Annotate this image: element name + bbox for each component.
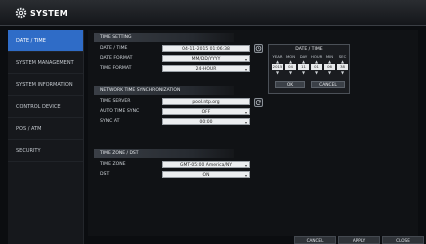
ok-button[interactable]: OK — [275, 81, 305, 88]
sidebar-item-system-management[interactable]: SYSTEM MANAGEMENT — [8, 52, 83, 74]
main-panel: TIME SETTING DATE / TIME 04-11-2015 01:0… — [88, 30, 418, 236]
time-setting-header: TIME SETTING — [94, 33, 234, 42]
arrow-down-icon[interactable]: ▼ — [298, 70, 309, 75]
date-format-label: DATE FORMAT — [100, 56, 133, 61]
sidebar-item-pos-atm[interactable]: POS / ATM — [8, 118, 83, 140]
calendar-button[interactable] — [254, 44, 263, 53]
refresh-button[interactable] — [254, 98, 263, 107]
cancel-button[interactable]: CANCEL — [311, 81, 345, 88]
sidebar-item-system-information[interactable]: SYSTEM INFORMATION — [8, 74, 83, 96]
footer-cancel-button[interactable]: CANCEL — [294, 236, 336, 244]
arrow-down-icon[interactable]: ▼ — [272, 70, 283, 75]
refresh-icon — [255, 100, 261, 105]
auto-time-sync-select[interactable]: OFF ▾ — [162, 108, 250, 115]
title-bar: SYSTEM — [0, 0, 426, 26]
dst-select[interactable]: ON ▾ — [162, 171, 250, 178]
sync-at-select[interactable]: 00:00 ▾ — [162, 118, 250, 125]
day-spinner: DAY ▲ 11 ▼ — [298, 54, 309, 75]
sidebar: DATE / TIME SYSTEM MANAGEMENT SYSTEM INF… — [8, 30, 84, 244]
time-format-select[interactable]: 24-HOUR ▾ — [162, 65, 250, 72]
auto-time-sync-label: AUTO TIME SYNC — [100, 109, 140, 114]
date-time-popup: DATE / TIME YEAR ▲ 2015 ▼ MON ▲ 04 ▼ DAY… — [268, 44, 350, 94]
date-time-spinners: YEAR ▲ 2015 ▼ MON ▲ 04 ▼ DAY ▲ 11 ▼ HOUR… — [272, 54, 348, 78]
timezone-header: TIME ZONE / DST — [94, 149, 234, 158]
date-time-label: DATE / TIME — [100, 46, 128, 51]
second-spinner: SEC ▲ 38 ▼ — [337, 54, 348, 75]
arrow-down-icon[interactable]: ▼ — [337, 70, 348, 75]
gear-icon — [15, 7, 27, 19]
hour-spinner: HOUR ▲ 01 ▼ — [311, 54, 322, 75]
sync-at-label: SYNC AT — [100, 119, 120, 124]
app-title: SYSTEM — [30, 9, 68, 18]
minute-spinner: MIN ▲ 06 ▼ — [324, 54, 335, 75]
close-button[interactable]: CLOSE — [382, 236, 424, 244]
time-zone-select[interactable]: GMT-05:00 America/NY ▾ — [162, 161, 250, 168]
chevron-down-icon: ▾ — [244, 67, 247, 72]
sidebar-item-date-time[interactable]: DATE / TIME — [8, 30, 83, 52]
chevron-down-icon: ▾ — [244, 110, 247, 115]
year-spinner: YEAR ▲ 2015 ▼ — [272, 54, 283, 75]
date-time-field[interactable]: 04-11-2015 01:06:38 — [162, 45, 250, 52]
network-sync-header: NETWORK TIME SYNCHRONIZATION — [94, 86, 234, 95]
sidebar-item-security[interactable]: SECURITY — [8, 140, 83, 162]
chevron-down-icon: ▾ — [244, 120, 247, 125]
arrow-down-icon[interactable]: ▼ — [311, 70, 322, 75]
arrow-down-icon[interactable]: ▼ — [285, 70, 296, 75]
chevron-down-icon: ▾ — [244, 173, 247, 178]
time-zone-label: TIME ZONE — [100, 162, 126, 167]
calendar-icon — [255, 45, 262, 52]
time-format-label: TIME FORMAT — [100, 66, 132, 71]
date-format-select[interactable]: MM/DD/YYYY ▾ — [162, 55, 250, 62]
chevron-down-icon: ▾ — [244, 57, 247, 62]
month-spinner: MON ▲ 04 ▼ — [285, 54, 296, 75]
sidebar-item-control-device[interactable]: CONTROL DEVICE — [8, 96, 83, 118]
dst-label: DST — [100, 172, 110, 177]
time-server-field[interactable]: pool.ntp.org — [162, 98, 250, 105]
time-server-label: TIME SERVER — [100, 99, 131, 104]
footer-actions: CANCEL APPLY CLOSE — [294, 236, 424, 244]
apply-button[interactable]: APPLY — [338, 236, 380, 244]
arrow-down-icon[interactable]: ▼ — [324, 70, 335, 75]
chevron-down-icon: ▾ — [244, 163, 247, 168]
popup-title: DATE / TIME — [295, 47, 323, 52]
